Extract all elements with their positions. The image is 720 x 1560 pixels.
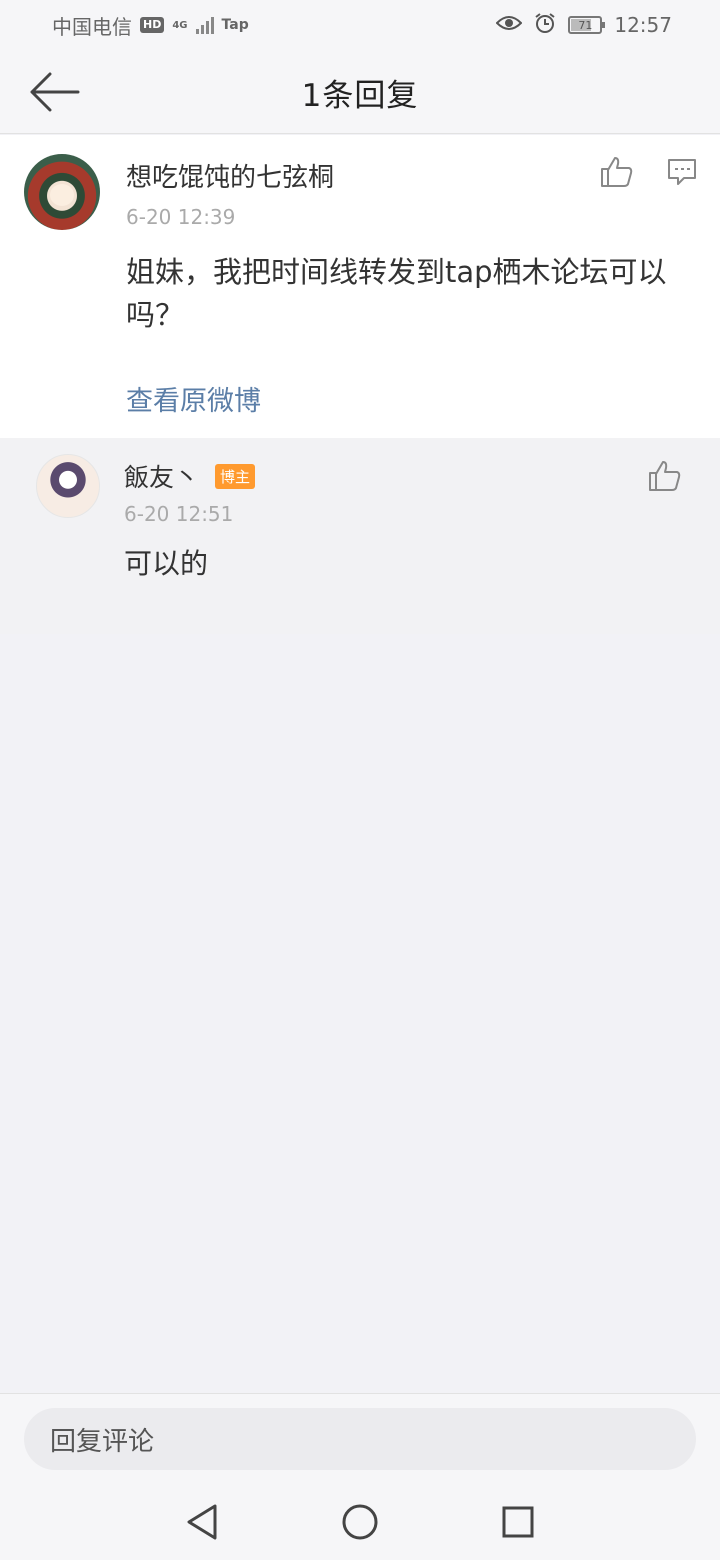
app-notification-label: Tap (221, 17, 249, 33)
comment-button[interactable] (660, 150, 704, 194)
comment-username[interactable]: 想吃馄饨的七弦桐 (126, 157, 334, 194)
reply-user-row: 飯友丶 博主 (124, 458, 256, 494)
view-original-link[interactable]: 查看原微博 (126, 379, 261, 418)
alarm-icon (534, 12, 556, 39)
signal-icon (195, 16, 214, 34)
square-recents-icon (502, 1506, 534, 1537)
avatar[interactable] (24, 154, 100, 230)
reply-item: 飯友丶 博主 6-20 12:51 可以的 (0, 438, 720, 634)
thumbs-up-icon (649, 461, 681, 491)
battery-icon: 71 (568, 16, 606, 34)
reply-timestamp: 6-20 12:51 (124, 502, 234, 526)
nav-back-button[interactable] (182, 1502, 222, 1542)
clock: 12:57 (614, 13, 672, 37)
comment-text: 姐妹，我把时间线转发到tap栖木论坛可以吗？ (126, 255, 667, 332)
nav-home-button[interactable] (340, 1502, 380, 1542)
reply-comment-input[interactable]: 回复评论 (24, 1408, 696, 1470)
triangle-back-icon (187, 1504, 217, 1539)
like-button[interactable] (595, 150, 639, 194)
author-badge: 博主 (215, 463, 256, 489)
circle-home-icon (342, 1504, 378, 1539)
eye-icon (495, 13, 523, 37)
back-button[interactable] (24, 68, 84, 116)
avatar[interactable] (36, 454, 100, 518)
top-header: 1条回复 (0, 50, 720, 134)
network-type: 4G (172, 19, 188, 31)
system-nav-bar (0, 1483, 720, 1560)
reply-username[interactable]: 飯友丶 (124, 458, 199, 494)
carrier-label: 中国电信 (52, 14, 132, 39)
reply-input-bar: 回复评论 (0, 1393, 720, 1483)
reply-detail-page: 中国电信 HD 4G Tap 71 12:57 1条回复 想吃馄饨的七弦桐 6-… (0, 0, 720, 1560)
thumbs-up-icon (601, 157, 633, 187)
reply-placeholder: 回复评论 (50, 1426, 155, 1457)
page-title: 1条回复 (301, 77, 419, 114)
reply-like-button[interactable] (643, 454, 687, 498)
battery-level: 71 (578, 18, 593, 32)
main-comment: 想吃馄饨的七弦桐 6-20 12:39 姐妹，我把时间线转发到tap栖木论坛可以… (0, 135, 720, 438)
nav-recents-button[interactable] (498, 1502, 538, 1542)
status-left: 中国电信 HD 4G Tap (52, 11, 249, 40)
comment-icon (668, 159, 696, 185)
status-right: 71 12:57 (495, 12, 672, 39)
reply-text: 可以的 (124, 547, 209, 580)
hd-icon: HD (140, 17, 165, 33)
comment-timestamp: 6-20 12:39 (126, 205, 236, 229)
arrow-left-icon (30, 72, 80, 112)
status-bar: 中国电信 HD 4G Tap 71 12:57 (0, 0, 720, 50)
